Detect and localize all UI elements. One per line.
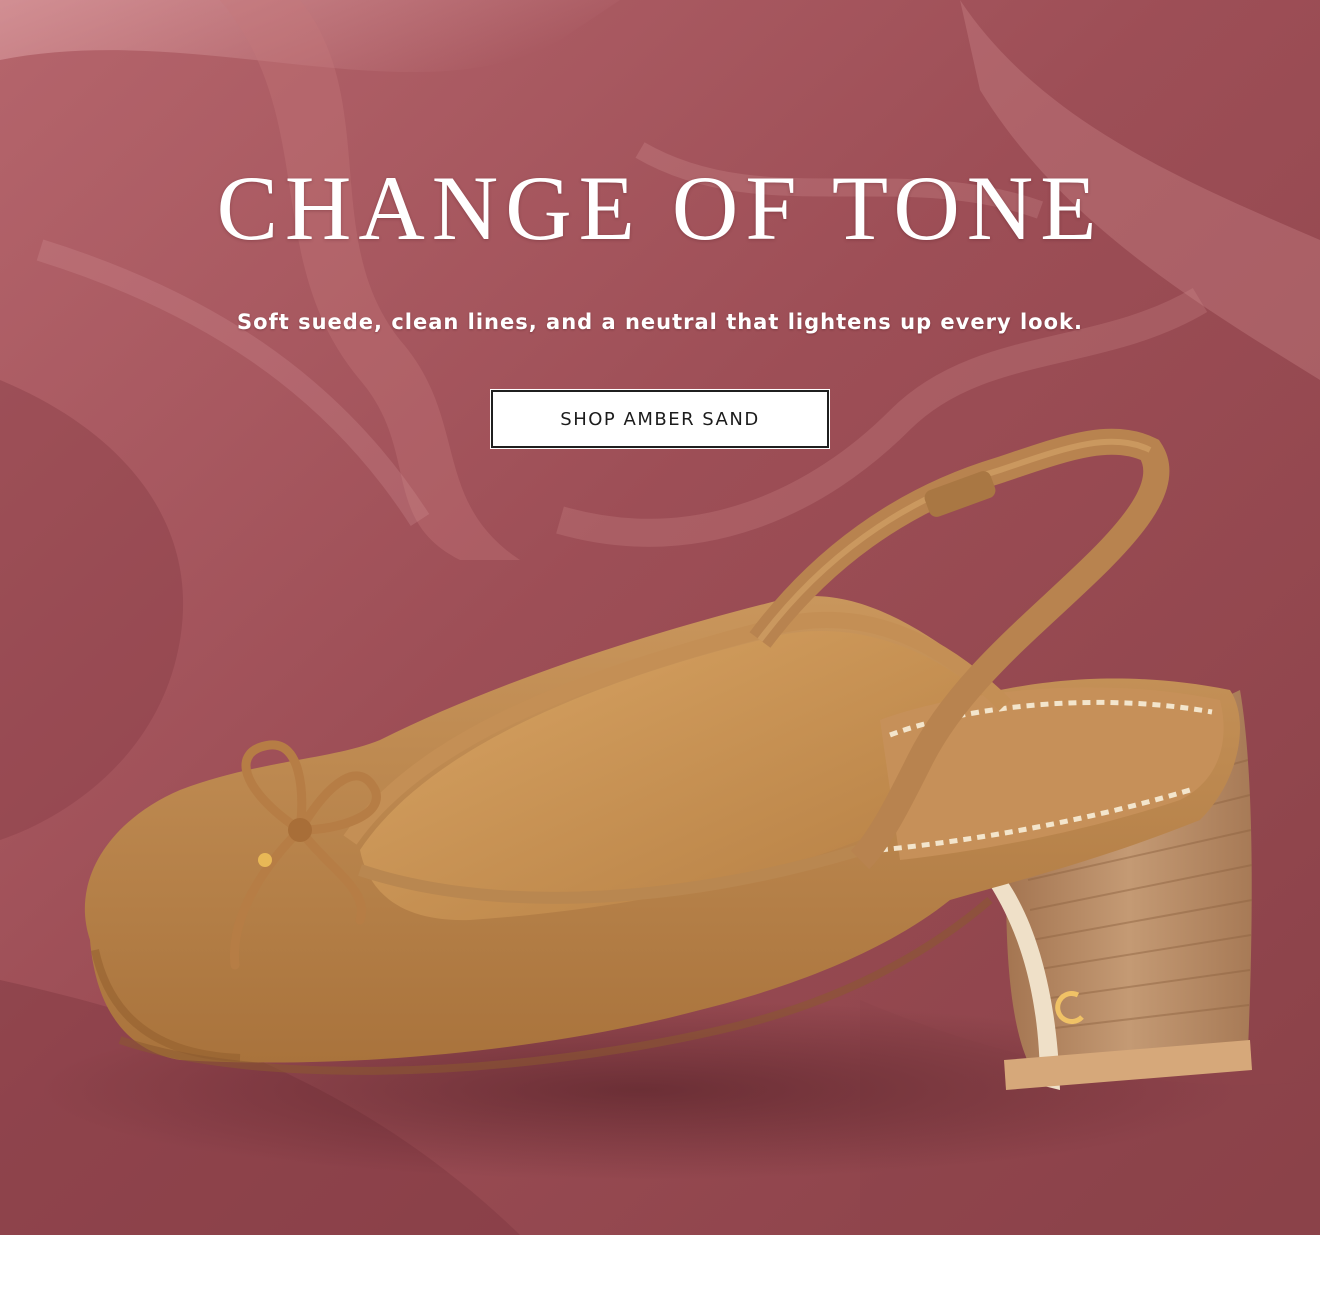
hero-banner[interactable]: CHANGE OF TONE Soft suede, clean lines, … <box>0 0 1320 1235</box>
bottom-spacer <box>0 1235 1320 1313</box>
hero-headline: CHANGE OF TONE <box>216 157 1104 259</box>
hero-subheadline: Soft suede, clean lines, and a neutral t… <box>237 310 1083 334</box>
shop-amber-sand-button[interactable]: SHOP AMBER SAND <box>490 389 830 449</box>
